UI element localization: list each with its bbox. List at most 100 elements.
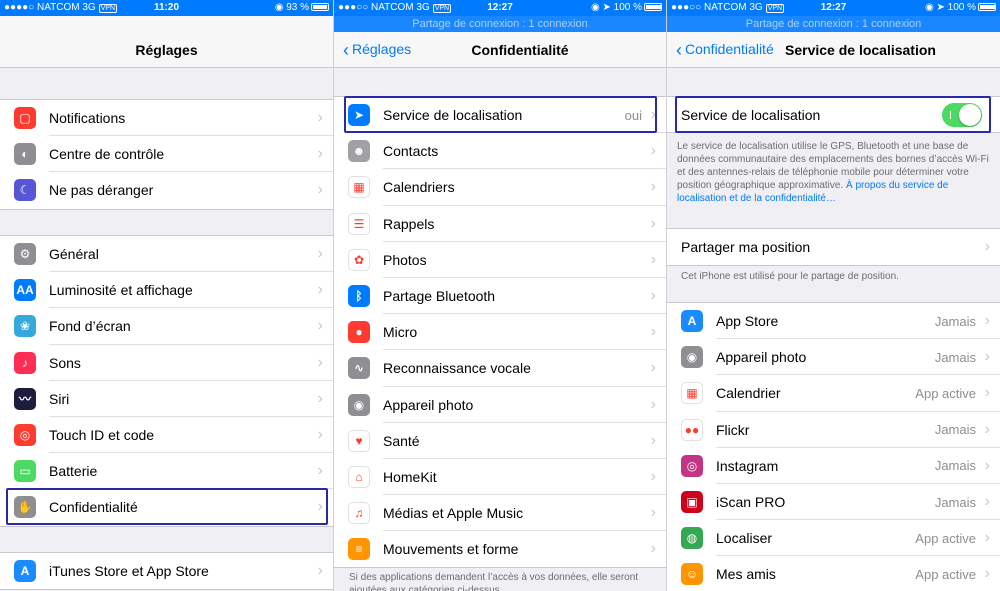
share-location-row[interactable]: Partager ma position › bbox=[667, 229, 1000, 265]
settings-row[interactable]: ◎ Touch ID et code › bbox=[0, 417, 333, 454]
settings-row[interactable]: ❀ Fond d’écran › bbox=[0, 308, 333, 345]
privacy-row[interactable]: ✿ Photos › bbox=[334, 242, 666, 279]
back-label: Confidentialité bbox=[685, 41, 774, 57]
chevron-right-icon: › bbox=[984, 384, 990, 402]
row-value: Jamais bbox=[934, 494, 976, 510]
privacy-row[interactable]: ▦ Calendriers › bbox=[334, 169, 666, 206]
battery-icon bbox=[978, 3, 996, 12]
gear-icon: ⚙ bbox=[14, 243, 36, 266]
row-label: Centre de contrôle bbox=[49, 146, 165, 163]
chevron-right-icon: › bbox=[984, 565, 990, 583]
row-label: Fond d’écran bbox=[49, 318, 131, 335]
settings-row[interactable]: ☾ Ne pas déranger › bbox=[0, 172, 333, 208]
privacy-row[interactable]: ◉ Appareil photo › bbox=[334, 387, 666, 423]
chevron-right-icon: › bbox=[650, 431, 656, 449]
hotspot-banner[interactable]: Partage de connexion : 1 connexion bbox=[334, 16, 666, 32]
contacts-icon: ☻ bbox=[348, 140, 370, 163]
privacy-row[interactable]: ♥ Santé › bbox=[334, 423, 666, 460]
settings-row[interactable]: AiTunes Store et App Store › bbox=[0, 553, 333, 589]
privacy-row[interactable]: ♫ Médias et Apple Music › bbox=[334, 495, 666, 532]
chevron-right-icon: › bbox=[984, 238, 990, 255]
app-row[interactable]: A App Store Jamais › bbox=[667, 303, 1000, 340]
row-label: Mouvements et forme bbox=[383, 541, 519, 558]
flickr-icon: ●● bbox=[681, 418, 703, 441]
app-row[interactable]: ☺ Mes amis App active › bbox=[667, 556, 1000, 591]
privacy-row[interactable]: ☻ Contacts › bbox=[334, 133, 666, 170]
app-row[interactable]: ◎ Instagram Jamais › bbox=[667, 448, 1000, 485]
settings-row[interactable]: ⚙ Général › bbox=[0, 236, 333, 273]
page-title: Confidentialité bbox=[471, 42, 569, 58]
share-note: Cet iPhone est utilisé pour le partage d… bbox=[681, 271, 899, 282]
privacy-row[interactable]: ᛒ Partage Bluetooth › bbox=[334, 278, 666, 315]
row-label: Luminosité et affichage bbox=[49, 282, 193, 299]
chevron-right-icon: › bbox=[984, 493, 990, 511]
photos-icon: ✿ bbox=[348, 248, 370, 271]
chevron-right-icon: › bbox=[650, 142, 656, 160]
calendar-icon: ▦ bbox=[348, 176, 370, 199]
page-title: Service de localisation bbox=[785, 42, 936, 58]
privacy-row[interactable]: ≡ Mouvements et forme › bbox=[334, 531, 666, 567]
battery-percent: 93 % bbox=[286, 2, 309, 13]
settings-row[interactable]: AA Luminosité et affichage › bbox=[0, 272, 333, 309]
row-label: Siri bbox=[49, 390, 70, 407]
chevron-right-icon: › bbox=[317, 426, 323, 444]
location-arrow-icon: ➤ bbox=[602, 2, 611, 13]
privacy-row[interactable]: ☰ Rappels › bbox=[334, 206, 666, 242]
settings-group: AiTunes Store et App Store › bbox=[0, 552, 333, 591]
page-title: Réglages bbox=[135, 42, 198, 58]
row-label: HomeKit bbox=[383, 468, 437, 485]
lock-rotation-icon: ◉ bbox=[274, 2, 284, 13]
app-row[interactable]: ◍ Localiser App active › bbox=[667, 520, 1000, 557]
row-value: App active bbox=[915, 385, 976, 401]
row-label: Reconnaissance vocale bbox=[383, 360, 531, 377]
privacy-row[interactable]: ● Micro › bbox=[334, 314, 666, 351]
chevron-right-icon: › bbox=[650, 359, 656, 377]
lock-rotation-icon: ◉ bbox=[590, 2, 600, 13]
settings-row[interactable]: ♪ Sons › bbox=[0, 345, 333, 381]
friends-icon: ☺ bbox=[681, 563, 703, 586]
row-label: Touch ID et code bbox=[49, 427, 155, 444]
settings-row[interactable]: ◐ Centre de contrôle › bbox=[0, 136, 333, 173]
chevron-left-icon: ‹ bbox=[676, 40, 682, 60]
iscan-icon: ▣ bbox=[681, 491, 703, 514]
privacy-row[interactable]: ⌂ HomeKit › bbox=[334, 459, 666, 496]
app-store-icon: A bbox=[14, 560, 36, 583]
control-center-icon: ◐ bbox=[14, 143, 36, 166]
settings-row[interactable]: ▢ Notifications › bbox=[0, 100, 333, 137]
row-label: Appareil photo bbox=[716, 349, 807, 366]
chevron-right-icon: › bbox=[317, 109, 323, 127]
chevron-right-icon: › bbox=[650, 323, 656, 341]
privacy-row[interactable]: ∿ Reconnaissance vocale › bbox=[334, 350, 666, 387]
chevron-left-icon: ‹ bbox=[343, 40, 349, 60]
row-label: Ne pas déranger bbox=[49, 182, 154, 199]
settings-row[interactable]: ▭ Batterie › bbox=[0, 453, 333, 490]
row-label: Partage Bluetooth bbox=[383, 288, 496, 305]
app-row[interactable]: ●● Flickr Jamais › bbox=[667, 412, 1000, 448]
battery-icon bbox=[644, 3, 662, 12]
location-panel: ●●●○○ NATCOM 3G VPN 12:27 ◉ ➤ 100 % Parta… bbox=[667, 0, 1000, 591]
siri-icon: 〰 bbox=[14, 387, 36, 410]
row-label: iScan PRO bbox=[716, 494, 786, 511]
row-label: App Store bbox=[716, 313, 779, 330]
row-label: iTunes Store et App Store bbox=[49, 563, 209, 580]
hotspot-banner[interactable]: Partage de connexion : 1 connexion bbox=[667, 16, 1000, 32]
highlight-box bbox=[344, 96, 657, 133]
row-label: Batterie bbox=[49, 463, 98, 480]
status-bar: ●●●○○ NATCOM 3G VPN 12:27 ◉ ➤ 100 % bbox=[667, 0, 1000, 16]
app-row[interactable]: ▣ iScan PRO Jamais › bbox=[667, 484, 1000, 521]
settings-row[interactable]: 〰 Siri › bbox=[0, 381, 333, 418]
battery-icon: ▭ bbox=[14, 460, 36, 483]
chevron-right-icon: › bbox=[317, 389, 323, 407]
row-value: Jamais bbox=[934, 422, 976, 438]
row-label: Notifications bbox=[49, 110, 126, 127]
row-label: Localiser bbox=[716, 530, 773, 547]
row-label: Flickr bbox=[716, 421, 750, 438]
app-row[interactable]: ◉ Appareil photo Jamais › bbox=[667, 339, 1000, 376]
chevron-right-icon: › bbox=[317, 562, 323, 580]
waveform-icon: ∿ bbox=[348, 357, 370, 380]
reminders-icon: ☰ bbox=[348, 212, 370, 235]
battery-icon bbox=[311, 3, 329, 12]
app-row[interactable]: ▦ Calendrier App active › bbox=[667, 375, 1000, 412]
back-button[interactable]: ‹ Confidentialité bbox=[676, 40, 774, 60]
nav-bar: Réglages bbox=[0, 16, 333, 68]
